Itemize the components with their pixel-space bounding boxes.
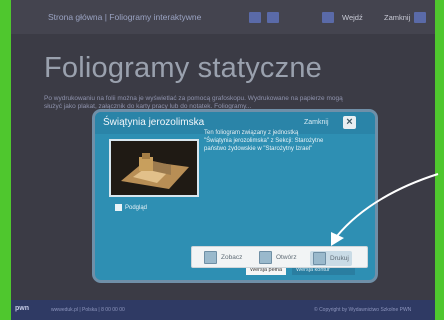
open-label: Otwórz: [276, 254, 297, 261]
app-screen: Strona główna | Foliogramy interaktywne …: [11, 0, 435, 320]
exit-icon[interactable]: [322, 12, 334, 23]
temple-illustration-icon: [111, 141, 197, 195]
zoom-icon: [204, 251, 217, 264]
zoom-label: Zobacz: [221, 254, 243, 261]
dialog-close-button[interactable]: ×: [343, 116, 356, 129]
preview-link[interactable]: Podgląd: [115, 204, 147, 211]
grid-icon[interactable]: [249, 12, 261, 23]
preview-label: Podgląd: [125, 204, 148, 211]
page-title: Foliogramy statyczne: [44, 52, 322, 84]
preview-icon: [115, 204, 122, 211]
footer-bar: pwn wwweduk.pl | Polska | 8 00 00 00 © C…: [11, 300, 435, 320]
breadcrumb[interactable]: Strona główna | Foliogramy interaktywne: [48, 12, 201, 22]
dialog-description: Ten foliogram związany z jednostką "Świą…: [204, 130, 324, 152]
folder-icon: [259, 251, 272, 264]
print-button[interactable]: Drukuj: [310, 251, 352, 266]
close-label[interactable]: Zamknij: [384, 13, 410, 22]
page-intro: Po wydrukowaniu na folii można je wyświe…: [44, 95, 343, 110]
close-icon[interactable]: [414, 12, 426, 23]
dialog-actions-bar: Zobacz Otwórz Drukuj: [191, 246, 368, 268]
footer-left-text: wwweduk.pl | Polska | 8 00 00 00: [51, 307, 125, 313]
dialog-title: Świątynia jerozolimska: [103, 117, 205, 128]
temple-thumbnail[interactable]: [109, 139, 199, 197]
open-button[interactable]: Otwórz: [259, 251, 297, 264]
dialog-close-label[interactable]: Zamknij: [304, 119, 329, 126]
printer-icon: [313, 252, 326, 265]
zoom-button[interactable]: Zobacz: [204, 251, 242, 264]
print-label: Drukuj: [330, 255, 349, 262]
exit-label[interactable]: Wejdź: [342, 13, 363, 22]
publisher-logo: pwn: [15, 305, 29, 312]
pencil-icon[interactable]: [267, 12, 279, 23]
footer-copyright: © Copyright by Wydawnictwo Szkolne PWN: [314, 307, 412, 313]
top-bar: Strona główna | Foliogramy interaktywne …: [11, 0, 435, 34]
